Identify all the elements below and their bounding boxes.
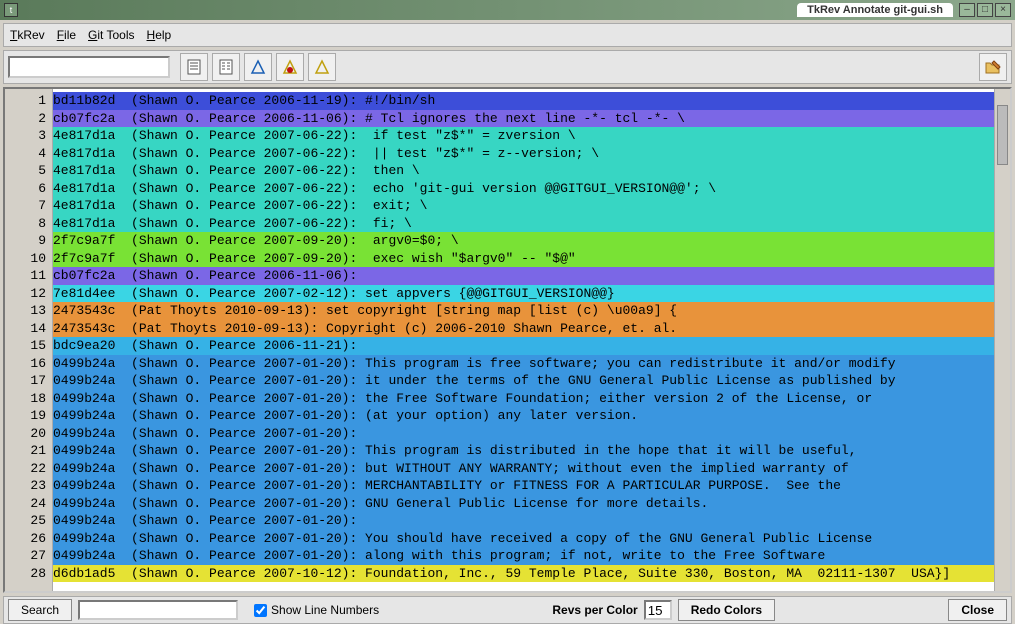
line-number: 24 [5, 495, 46, 513]
annotate-line[interactable]: 7e81d4ee (Shawn O. Pearce 2007-02-12): s… [53, 285, 994, 303]
menu-git-tools[interactable]: Git Tools [88, 28, 134, 42]
menu-help[interactable]: Help [147, 28, 172, 42]
menubar: TkRev File Git Tools Help [3, 23, 1012, 47]
code-area: 1234567891011121314151617181920212223242… [3, 87, 1012, 593]
page-text-icon[interactable] [180, 53, 208, 81]
line-number: 12 [5, 285, 46, 303]
menu-file[interactable]: File [57, 28, 76, 42]
annotate-line[interactable]: 4e817d1a (Shawn O. Pearce 2007-06-22): t… [53, 162, 994, 180]
line-number: 27 [5, 547, 46, 565]
annotate-line[interactable]: 4e817d1a (Shawn O. Pearce 2007-06-22): |… [53, 145, 994, 163]
line-number: 22 [5, 460, 46, 478]
page-columns-icon[interactable] [212, 53, 240, 81]
menu-tkrev[interactable]: TkRev [10, 28, 45, 42]
line-number: 14 [5, 320, 46, 338]
line-number: 3 [5, 127, 46, 145]
line-number: 6 [5, 180, 46, 198]
annotate-line[interactable]: 4e817d1a (Shawn O. Pearce 2007-06-22): e… [53, 197, 994, 215]
annotate-line[interactable]: 0499b24a (Shawn O. Pearce 2007-01-20): [53, 425, 994, 443]
annotate-line[interactable]: 0499b24a (Shawn O. Pearce 2007-01-20): i… [53, 372, 994, 390]
annotate-line[interactable]: 0499b24a (Shawn O. Pearce 2007-01-20): Y… [53, 530, 994, 548]
triangle-blue-icon[interactable] [244, 53, 272, 81]
line-number: 5 [5, 162, 46, 180]
show-line-numbers-label: Show Line Numbers [271, 603, 379, 617]
search-field[interactable] [78, 600, 238, 620]
line-number: 28 [5, 565, 46, 583]
line-number: 15 [5, 337, 46, 355]
redo-colors-button[interactable]: Redo Colors [678, 599, 775, 621]
line-number: 18 [5, 390, 46, 408]
line-number: 1 [5, 92, 46, 110]
annotate-line[interactable]: 0499b24a (Shawn O. Pearce 2007-01-20): M… [53, 477, 994, 495]
toolbar [3, 50, 1012, 84]
line-number: 19 [5, 407, 46, 425]
line-number: 25 [5, 512, 46, 530]
line-number: 2 [5, 110, 46, 128]
annotate-line[interactable]: 0499b24a (Shawn O. Pearce 2007-01-20): T… [53, 355, 994, 373]
revs-per-color-input[interactable] [644, 600, 672, 620]
line-number: 7 [5, 197, 46, 215]
annotate-line[interactable]: 0499b24a (Shawn O. Pearce 2007-01-20): G… [53, 495, 994, 513]
triangle-outline-icon[interactable] [308, 53, 336, 81]
show-line-numbers-checkbox[interactable]: Show Line Numbers [254, 603, 379, 617]
line-number: 10 [5, 250, 46, 268]
app-icon: t [4, 3, 18, 17]
scrollbar-thumb[interactable] [997, 105, 1008, 165]
annotate-line[interactable]: 2473543c (Pat Thoyts 2010-09-13): set co… [53, 302, 994, 320]
line-number: 16 [5, 355, 46, 373]
line-number: 20 [5, 425, 46, 443]
toolbar-search-input[interactable] [8, 56, 170, 78]
line-number: 13 [5, 302, 46, 320]
annotate-line[interactable]: 4e817d1a (Shawn O. Pearce 2007-06-22): i… [53, 127, 994, 145]
show-line-numbers-input[interactable] [254, 604, 267, 617]
line-number: 23 [5, 477, 46, 495]
line-number: 11 [5, 267, 46, 285]
annotate-line[interactable]: 0499b24a (Shawn O. Pearce 2007-01-20): b… [53, 460, 994, 478]
annotate-line[interactable]: 0499b24a (Shawn O. Pearce 2007-01-20): [53, 512, 994, 530]
annotate-line[interactable]: 0499b24a (Shawn O. Pearce 2007-01-20): a… [53, 547, 994, 565]
code-lines[interactable]: bd11b82d (Shawn O. Pearce 2006-11-19): #… [53, 89, 994, 591]
window-title-tab: TkRev Annotate git-gui.sh [797, 3, 953, 17]
line-number: 8 [5, 215, 46, 233]
revs-per-color-label: Revs per Color [552, 603, 637, 617]
annotate-line[interactable]: 2473543c (Pat Thoyts 2010-09-13): Copyri… [53, 320, 994, 338]
maximize-button[interactable]: □ [977, 3, 993, 17]
annotate-line[interactable]: 0499b24a (Shawn O. Pearce 2007-01-20): (… [53, 407, 994, 425]
line-number: 26 [5, 530, 46, 548]
close-button[interactable]: Close [948, 599, 1007, 621]
triangle-red-dot-icon[interactable] [276, 53, 304, 81]
line-number-gutter: 1234567891011121314151617181920212223242… [5, 89, 53, 591]
annotate-line[interactable]: 4e817d1a (Shawn O. Pearce 2007-06-22): f… [53, 215, 994, 233]
folder-edit-icon[interactable] [979, 53, 1007, 81]
annotate-line[interactable]: 0499b24a (Shawn O. Pearce 2007-01-20): t… [53, 390, 994, 408]
annotate-line[interactable]: 4e817d1a (Shawn O. Pearce 2007-06-22): e… [53, 180, 994, 198]
line-number: 4 [5, 145, 46, 163]
statusbar: Search Show Line Numbers Revs per Color … [3, 596, 1012, 624]
annotate-line[interactable]: 2f7c9a7f (Shawn O. Pearce 2007-09-20): e… [53, 250, 994, 268]
annotate-line[interactable]: bd11b82d (Shawn O. Pearce 2006-11-19): #… [53, 92, 994, 110]
search-button[interactable]: Search [8, 599, 72, 621]
annotate-line[interactable]: d6db1ad5 (Shawn O. Pearce 2007-10-12): F… [53, 565, 994, 583]
annotate-line[interactable]: cb07fc2a (Shawn O. Pearce 2006-11-06): [53, 267, 994, 285]
vertical-scrollbar[interactable] [994, 89, 1010, 591]
close-window-button[interactable]: × [995, 3, 1011, 17]
titlebar: t TkRev Annotate git-gui.sh – □ × [0, 0, 1015, 20]
line-number: 17 [5, 372, 46, 390]
line-number: 21 [5, 442, 46, 460]
annotate-line[interactable]: 2f7c9a7f (Shawn O. Pearce 2007-09-20): a… [53, 232, 994, 250]
line-number: 9 [5, 232, 46, 250]
annotate-line[interactable]: cb07fc2a (Shawn O. Pearce 2006-11-06): #… [53, 110, 994, 128]
annotate-line[interactable]: 0499b24a (Shawn O. Pearce 2007-01-20): T… [53, 442, 994, 460]
minimize-button[interactable]: – [959, 3, 975, 17]
annotate-line[interactable]: bdc9ea20 (Shawn O. Pearce 2006-11-21): [53, 337, 994, 355]
